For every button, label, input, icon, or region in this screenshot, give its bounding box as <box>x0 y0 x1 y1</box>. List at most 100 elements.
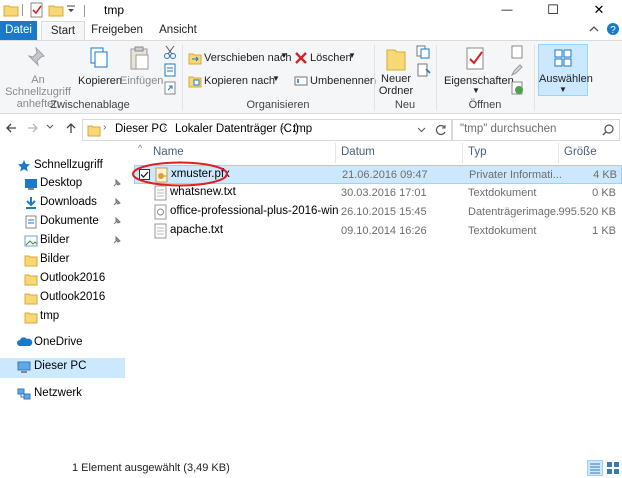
pin-icon[interactable] <box>112 236 121 245</box>
new-group-label: Neu <box>394 99 416 111</box>
copy-icon <box>88 46 110 70</box>
refresh-icon[interactable] <box>434 123 448 137</box>
folder-icon <box>24 291 38 305</box>
folder-icon <box>24 272 38 286</box>
properties-check-icon[interactable] <box>29 2 45 18</box>
sidebar-item-desktop[interactable]: Desktop <box>0 175 125 194</box>
up-arrow-icon[interactable] <box>64 121 78 135</box>
documents-icon <box>24 215 38 229</box>
sidebar-item-quick-access[interactable]: Schnellzugriff <box>0 157 125 176</box>
divider[interactable] <box>335 143 336 163</box>
file-type: Textdokument <box>468 187 537 199</box>
new-folder-button[interactable]: Neuer Ordner <box>378 44 414 98</box>
sidebar-item-label: tmp <box>40 310 60 322</box>
move-to-folder-icon <box>188 51 202 65</box>
column-date[interactable]: Datum <box>341 146 375 158</box>
sidebar-item-tmp[interactable]: tmp <box>0 308 125 327</box>
breadcrumb-this-pc[interactable]: Dieser PC <box>115 123 167 135</box>
open-file-icon[interactable] <box>510 45 524 59</box>
move-to-label: Verschieben nach <box>204 52 292 64</box>
tab-view[interactable]: Ansicht <box>153 21 203 40</box>
column-name[interactable]: Name <box>153 146 184 158</box>
sidebar-item-network[interactable]: Netzwerk <box>0 385 125 404</box>
tab-share[interactable]: Freigeben <box>87 21 147 40</box>
file-date: 21.06.2016 09:47 <box>342 169 428 181</box>
title-bar: tmp — ☐ ✕ <box>0 0 622 20</box>
ribbon-collapse-icon[interactable] <box>588 23 600 35</box>
pin-icon[interactable] <box>112 198 121 207</box>
new-folder-icon[interactable] <box>48 2 64 18</box>
file-date: 30.03.2016 17:01 <box>341 187 427 199</box>
column-size[interactable]: Größe <box>564 146 597 158</box>
sidebar-item-this-pc[interactable]: Dieser PC <box>0 358 125 378</box>
select-grid-icon <box>554 49 572 67</box>
help-icon[interactable]: ? <box>606 22 620 36</box>
pin-quick-access-button[interactable]: An Schnellzugriff anheften <box>2 44 74 110</box>
divider[interactable] <box>558 143 559 163</box>
search-input[interactable]: "tmp" durchsuchen <box>460 123 556 135</box>
back-arrow-icon[interactable] <box>4 121 18 135</box>
sidebar-item-bilder[interactable]: Bilder <box>0 251 125 270</box>
maximize-icon: ☐ <box>547 2 559 17</box>
address-row: › Dieser PC › Lokaler Datenträger (C:) ›… <box>0 114 622 142</box>
pin-icon[interactable] <box>112 179 121 188</box>
sidebar-item-pictures[interactable]: Bilder <box>0 232 125 251</box>
chevron-down-icon: ▼ <box>280 51 288 60</box>
rename-button[interactable]: Umbenennen <box>294 73 376 90</box>
minimize-icon: — <box>501 4 513 16</box>
new-folder-label: Neuer Ordner <box>378 73 414 97</box>
tab-start[interactable]: Start <box>41 21 85 41</box>
folder-icon[interactable] <box>3 2 19 18</box>
address-dropdown-icon[interactable] <box>417 126 426 134</box>
minimize-button[interactable]: — <box>484 0 530 20</box>
clipboard-group-label: Zwischenablage <box>50 99 130 111</box>
sidebar-item-outlook2016[interactable]: Outlook2016 <box>0 270 125 289</box>
delete-label: Löschen <box>310 52 352 64</box>
file-row[interactable]: office-professional-plus-2016-win64.... … <box>134 203 622 222</box>
forward-arrow-icon[interactable] <box>26 121 40 135</box>
copy-to-button[interactable]: Kopieren nach ▼ <box>188 73 280 90</box>
column-type[interactable]: Typ <box>468 146 487 158</box>
chevron-right-icon: › <box>163 122 167 133</box>
delete-button[interactable]: Löschen ▼ <box>294 50 356 67</box>
recent-dropdown-icon[interactable] <box>46 123 54 131</box>
divider[interactable] <box>462 143 463 163</box>
address-bar[interactable]: › Dieser PC › Lokaler Datenträger (C:) ›… <box>82 119 452 141</box>
chevron-right-icon: › <box>281 122 285 133</box>
copy-button[interactable]: Kopieren <box>78 44 122 98</box>
sidebar-item-downloads[interactable]: Downloads <box>0 194 125 213</box>
file-size: 995.520 KB <box>558 206 617 218</box>
file-size: 1 KB <box>592 225 616 237</box>
details-view-icon[interactable] <box>587 460 603 476</box>
network-icon <box>17 387 31 401</box>
sidebar-item-onedrive[interactable]: OneDrive <box>0 334 125 353</box>
sidebar-item-label: Outlook2016 <box>40 272 106 284</box>
divider <box>22 4 23 16</box>
maximize-button[interactable]: ☐ <box>530 0 576 20</box>
edit-icon[interactable] <box>510 63 524 77</box>
copy-label: Kopieren <box>78 75 123 87</box>
file-row[interactable]: whatsnew.txt 30.03.2016 17:01 Textdokume… <box>134 184 622 203</box>
file-row[interactable]: apache.txt 09.10.2014 16:26 Textdokument… <box>134 222 622 241</box>
paste-shortcut-icon[interactable] <box>163 81 177 95</box>
sidebar-item-documents[interactable]: Dokumente <box>0 213 125 232</box>
tiles-view-icon[interactable] <box>606 461 620 475</box>
pin-icon[interactable] <box>112 217 121 226</box>
new-item-icon[interactable] <box>416 45 432 59</box>
cut-icon[interactable] <box>163 45 177 59</box>
file-date: 09.10.2014 16:26 <box>341 225 427 237</box>
copy-path-icon[interactable] <box>163 63 177 77</box>
properties-button[interactable]: Eigenschaften ▼ <box>442 44 514 98</box>
chevron-down-icon: ▼ <box>559 85 567 94</box>
paste-button[interactable]: Einfügen <box>120 44 163 98</box>
select-button[interactable]: Auswählen ▼ <box>538 44 593 96</box>
customize-dropdown-icon[interactable] <box>66 4 82 20</box>
close-button[interactable]: ✕ <box>576 0 622 20</box>
history-icon[interactable] <box>510 81 524 95</box>
easy-access-icon[interactable] <box>416 63 432 77</box>
sidebar-item-outlook2016-2[interactable]: Outlook2016 <box>0 289 125 308</box>
breadcrumb-tmp[interactable]: tmp <box>293 123 312 135</box>
search-box[interactable]: "tmp" durchsuchen <box>452 119 620 141</box>
tab-file[interactable]: Datei <box>0 21 37 40</box>
move-to-button[interactable]: Verschieben nach ▼ <box>188 50 291 67</box>
